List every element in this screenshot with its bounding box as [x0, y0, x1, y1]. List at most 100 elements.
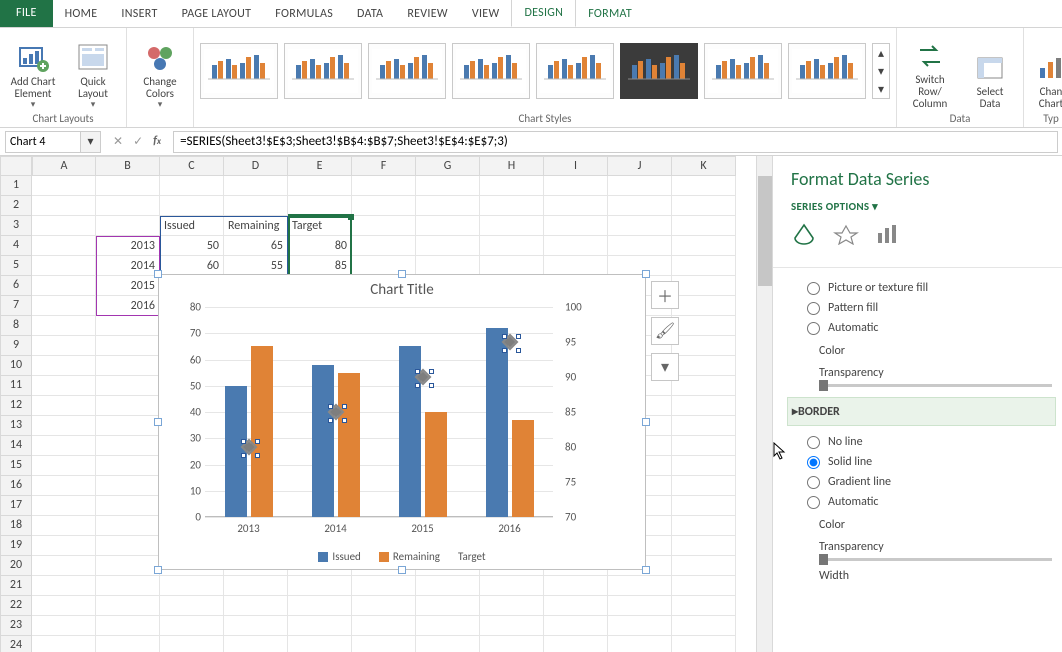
cell[interactable]	[480, 236, 544, 256]
bar-remaining[interactable]	[338, 373, 360, 517]
cell[interactable]	[32, 516, 96, 536]
cell[interactable]	[352, 196, 416, 216]
tab-page-layout[interactable]: PAGE LAYOUT	[170, 1, 264, 27]
cell[interactable]	[480, 216, 544, 236]
cell[interactable]	[544, 616, 608, 636]
chart-style-thumbnail[interactable]	[284, 43, 362, 99]
cell[interactable]	[288, 596, 352, 616]
cell[interactable]	[96, 576, 160, 596]
column-header[interactable]: A	[32, 156, 96, 176]
cell[interactable]	[544, 596, 608, 616]
border-section-header[interactable]: BORDER	[787, 397, 1056, 426]
row-headers[interactable]: 123456789101112131415161718192021222324	[0, 176, 32, 652]
cell[interactable]	[608, 596, 672, 616]
add-chart-element-button[interactable]: Add Chart Element	[6, 32, 60, 110]
chart-style-thumbnail[interactable]	[620, 43, 698, 99]
resize-handle[interactable]	[642, 270, 650, 278]
fx-icon[interactable]: fx	[153, 134, 161, 149]
cell[interactable]	[672, 356, 736, 376]
tab-view[interactable]: VIEW	[460, 1, 512, 27]
cell[interactable]: 55	[224, 256, 288, 276]
chart-style-thumbnail[interactable]	[536, 43, 614, 99]
fill-pattern-option[interactable]: Pattern fill	[791, 298, 1052, 318]
cell[interactable]	[32, 296, 96, 316]
cell[interactable]	[96, 416, 160, 436]
cell[interactable]	[544, 176, 608, 196]
cell[interactable]	[224, 576, 288, 596]
chart-style-thumbnail[interactable]	[200, 43, 278, 99]
cell[interactable]	[352, 576, 416, 596]
tab-review[interactable]: REVIEW	[395, 1, 460, 27]
row-header[interactable]: 4	[0, 236, 32, 256]
cell[interactable]	[672, 536, 736, 556]
cell[interactable]	[160, 596, 224, 616]
cell[interactable]	[96, 376, 160, 396]
cell[interactable]	[672, 316, 736, 336]
row-header[interactable]: 8	[0, 316, 32, 336]
row-header[interactable]: 20	[0, 556, 32, 576]
row-header[interactable]: 17	[0, 496, 32, 516]
row-header[interactable]: 23	[0, 616, 32, 636]
column-headers[interactable]: ABCDEFGHIJK	[32, 156, 736, 176]
cell[interactable]	[32, 596, 96, 616]
cell[interactable]	[608, 636, 672, 652]
cell[interactable]	[416, 176, 480, 196]
border-automatic-option[interactable]: Automatic	[791, 492, 1052, 512]
cell[interactable]	[96, 216, 160, 236]
cell[interactable]	[32, 496, 96, 516]
chart-elements-button[interactable]: ＋	[651, 281, 679, 309]
cell[interactable]	[672, 376, 736, 396]
cell[interactable]	[32, 456, 96, 476]
row-header[interactable]: 16	[0, 476, 32, 496]
cell[interactable]	[160, 576, 224, 596]
cell[interactable]	[96, 396, 160, 416]
cell[interactable]: 65	[224, 236, 288, 256]
cell[interactable]	[672, 256, 736, 276]
cell[interactable]	[672, 276, 736, 296]
cell[interactable]	[32, 336, 96, 356]
cell[interactable]	[32, 416, 96, 436]
chart-legend[interactable]: Issued Remaining Target	[159, 550, 645, 563]
column-header[interactable]: F	[352, 156, 416, 176]
column-header[interactable]: C	[160, 156, 224, 176]
cell[interactable]: 2015	[96, 276, 160, 296]
cell[interactable]	[288, 616, 352, 636]
formula-bar[interactable]	[173, 131, 1058, 153]
cell[interactable]	[96, 336, 160, 356]
change-chart-type-button[interactable]: Chan Chart	[1030, 32, 1062, 110]
bar-remaining[interactable]	[512, 420, 534, 517]
cell[interactable]	[32, 216, 96, 236]
cell[interactable]	[672, 216, 736, 236]
cell[interactable]	[352, 256, 416, 276]
cell[interactable]	[608, 256, 672, 276]
cell[interactable]: 50	[160, 236, 224, 256]
cell[interactable]	[96, 456, 160, 476]
cell[interactable]	[32, 276, 96, 296]
row-header[interactable]: 9	[0, 336, 32, 356]
tab-design[interactable]: DESIGN	[511, 0, 576, 27]
cell[interactable]	[96, 556, 160, 576]
cell[interactable]	[544, 196, 608, 216]
bar-issued[interactable]	[486, 328, 508, 517]
row-header[interactable]: 6	[0, 276, 32, 296]
bar-issued[interactable]	[225, 386, 247, 517]
cell[interactable]	[480, 176, 544, 196]
legend-item-issued[interactable]: Issued	[318, 550, 360, 563]
border-no-line-option[interactable]: No line	[791, 432, 1052, 452]
cell[interactable]: 80	[288, 236, 352, 256]
row-header[interactable]: 21	[0, 576, 32, 596]
bar-remaining[interactable]	[425, 412, 447, 517]
cell[interactable]	[480, 636, 544, 652]
column-header[interactable]: I	[544, 156, 608, 176]
cell[interactable]	[352, 216, 416, 236]
cell[interactable]	[96, 616, 160, 636]
cell[interactable]	[224, 176, 288, 196]
cell[interactable]	[416, 636, 480, 652]
cell[interactable]	[672, 336, 736, 356]
cell[interactable]	[32, 476, 96, 496]
cell[interactable]	[352, 616, 416, 636]
cell[interactable]: 85	[288, 256, 352, 276]
cell[interactable]	[96, 496, 160, 516]
cell[interactable]	[96, 436, 160, 456]
cell[interactable]	[416, 196, 480, 216]
